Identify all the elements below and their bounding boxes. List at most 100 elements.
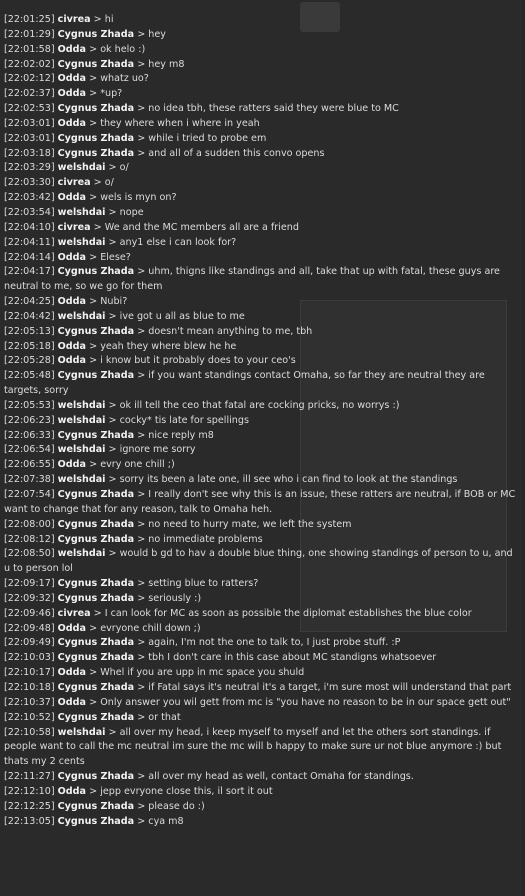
message-sender[interactable]: Cygnus Zhada [58,771,134,782]
message-text: nice reply m8 [148,429,214,441]
message-sender[interactable]: Cygnus Zhada [58,652,134,663]
message-separator: > [137,28,146,40]
message-sender[interactable]: welshdai [58,474,106,485]
chat-message: [22:10:17] Odda > Whel if you are upp in… [4,666,520,681]
chat-message: [22:03:01] Cygnus Zhada > while i tried … [4,132,520,147]
message-sender[interactable]: Cygnus Zhada [58,682,134,693]
message-text: whatz uo? [100,73,149,85]
message-timestamp: [22:05:13] [4,325,55,337]
message-sender[interactable]: Odda [58,44,86,55]
chat-message: [22:06:33] Cygnus Zhada > nice reply m8 [4,429,520,444]
message-separator: > [137,592,146,604]
message-separator: > [137,518,146,530]
message-timestamp: [22:05:53] [4,399,55,411]
message-separator: > [137,578,146,590]
message-sender[interactable]: Cygnus Zhada [58,148,134,159]
message-separator: > [137,132,146,144]
message-sender[interactable]: civrea [58,222,91,233]
message-timestamp: [22:01:58] [4,43,55,55]
chat-log[interactable]: [22:01:25] civrea > hi [22:01:29] Cygnus … [4,0,520,896]
message-timestamp: [22:12:25] [4,800,55,812]
message-separator: > [89,459,98,471]
message-separator: > [93,607,102,619]
message-sender[interactable]: civrea [58,14,91,25]
message-sender[interactable]: Cygnus Zhada [58,816,134,827]
message-text: any1 else i can look for? [119,236,237,248]
message-text: hi [104,14,114,25]
message-text: hey m8 [148,58,185,70]
message-text: they where when i where in yeah [100,117,260,129]
message-sender[interactable]: welshdai [58,727,106,738]
message-separator: > [89,117,98,129]
message-sender[interactable]: Cygnus Zhada [58,519,134,530]
message-sender[interactable]: welshdai [58,400,106,411]
message-text: evry one chill ;) [100,459,175,471]
chat-message: [22:04:10] civrea > We and the MC member… [4,221,520,236]
message-text: no need to hurry mate, we left the syste… [148,518,352,530]
message-sender[interactable]: Odda [58,88,86,99]
message-sender[interactable]: Odda [58,355,86,366]
message-sender[interactable]: welshdai [58,207,106,218]
message-sender[interactable]: Cygnus Zhada [58,326,134,337]
message-separator: > [89,340,98,352]
message-sender[interactable]: Cygnus Zhada [58,534,134,545]
message-timestamp: [22:04:10] [4,221,55,233]
message-sender[interactable]: Odda [58,697,86,708]
message-timestamp: [22:10:58] [4,726,55,738]
message-sender[interactable]: Odda [58,73,86,84]
message-separator: > [89,667,98,679]
message-separator: > [137,429,146,441]
message-sender[interactable]: Cygnus Zhada [58,593,134,604]
message-timestamp: [22:03:42] [4,192,55,204]
message-sender[interactable]: welshdai [58,548,106,559]
message-sender[interactable]: welshdai [58,444,106,455]
message-text: again, I'm not the one to talk to, I jus… [148,637,401,649]
message-timestamp: [22:09:48] [4,622,55,634]
message-separator: > [108,414,117,426]
chat-message: [22:08:00] Cygnus Zhada > no need to hur… [4,518,520,533]
message-text: please do :) [148,800,205,812]
message-sender[interactable]: Odda [58,192,86,203]
message-sender[interactable]: Odda [58,118,86,129]
message-timestamp: [22:10:03] [4,652,55,664]
message-sender[interactable]: Cygnus Zhada [58,489,134,500]
message-sender[interactable]: Cygnus Zhada [58,133,134,144]
chat-message: [22:07:54] Cygnus Zhada > I really don't… [4,488,520,518]
chat-message: [22:04:42] welshdai > ive got u all as b… [4,310,520,325]
message-timestamp: [22:07:54] [4,489,55,500]
message-sender[interactable]: welshdai [58,237,106,248]
message-sender[interactable]: Cygnus Zhada [58,637,134,648]
message-separator: > [137,370,146,382]
message-separator: > [89,355,98,367]
message-text: seriously :) [148,592,202,604]
message-timestamp: [22:07:38] [4,474,55,486]
message-sender[interactable]: Cygnus Zhada [58,430,134,441]
message-sender[interactable]: Odda [58,786,86,797]
message-text: no idea tbh, these ratters said they wer… [148,103,399,115]
message-sender[interactable]: Cygnus Zhada [58,103,134,114]
message-sender[interactable]: Odda [58,667,86,678]
chat-message: [22:01:58] Odda > ok helo :) [4,43,520,58]
message-sender[interactable]: civrea [58,177,91,188]
message-sender[interactable]: Odda [58,459,86,470]
message-sender[interactable]: Cygnus Zhada [58,59,134,70]
message-separator: > [108,474,117,486]
message-sender[interactable]: welshdai [58,415,106,426]
message-sender[interactable]: welshdai [58,162,106,173]
message-sender[interactable]: Odda [58,252,86,263]
message-sender[interactable]: Odda [58,623,86,634]
message-sender[interactable]: Cygnus Zhada [58,712,134,723]
message-sender[interactable]: Cygnus Zhada [58,266,134,277]
message-sender[interactable]: Cygnus Zhada [58,370,134,381]
message-sender[interactable]: Odda [58,341,86,352]
message-separator: > [108,444,117,456]
message-sender[interactable]: welshdai [58,311,106,322]
message-sender[interactable]: civrea [58,608,91,619]
message-sender[interactable]: Cygnus Zhada [58,578,134,589]
message-sender[interactable]: Odda [58,296,86,307]
message-timestamp: [22:03:29] [4,162,55,174]
message-sender[interactable]: Cygnus Zhada [58,29,134,40]
message-sender[interactable]: Cygnus Zhada [58,801,134,812]
message-separator: > [137,533,146,545]
chat-scrollbar[interactable] [521,0,525,896]
